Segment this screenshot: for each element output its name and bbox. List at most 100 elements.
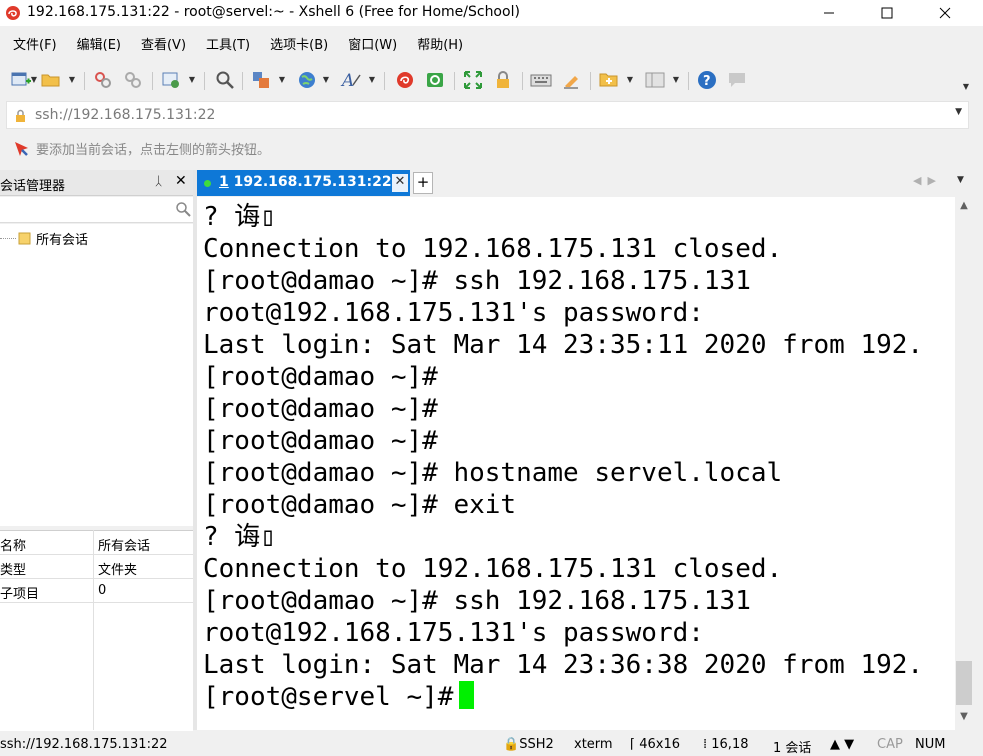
properties-panel: 名称 所有会话 类型 文件夹 子项目 0 xyxy=(0,530,193,731)
terminal-line: [root@damao ~]# xyxy=(203,394,438,424)
terminal-line: Last login: Sat Mar 14 23:35:11 2020 fro… xyxy=(203,330,924,360)
terminal-line: [root@damao ~]# exit xyxy=(203,490,517,520)
search-icon[interactable] xyxy=(175,201,191,217)
prop-name: 子项目 xyxy=(0,587,40,602)
terminal-line: root@192.168.175.131's password: xyxy=(203,618,704,648)
layout-icon[interactable] xyxy=(644,69,666,91)
prop-value: 0 xyxy=(98,583,107,598)
terminal-line: [root@damao ~]# ssh 192.168.175.131 xyxy=(203,266,751,296)
status-caps-lock: CAP xyxy=(877,737,903,752)
menu-view[interactable]: 查看(V) xyxy=(128,34,193,58)
address-bar[interactable]: ssh://192.168.175.131:22 ▼ xyxy=(6,101,969,129)
status-size: ⌈ 46x16 xyxy=(630,737,680,752)
svg-text:A: A xyxy=(340,71,354,90)
open-folder-icon[interactable] xyxy=(40,69,62,91)
toolbar-overflow-icon[interactable]: ▼ xyxy=(962,76,970,98)
address-input[interactable]: ssh://192.168.175.131:22 xyxy=(35,107,215,123)
disconnect-icon[interactable] xyxy=(122,69,144,91)
globe-icon[interactable] xyxy=(296,69,318,91)
tab-close-icon[interactable]: ✕ xyxy=(392,174,408,192)
menu-tabs[interactable]: 选项卡(B) xyxy=(257,34,335,58)
menu-file[interactable]: 文件(F) xyxy=(0,34,64,58)
prop-value: 文件夹 xyxy=(98,563,138,578)
terminal-line: [root@damao ~]# xyxy=(203,362,438,392)
title-bar[interactable]: 192.168.175.131:22 - root@servel:~ - Xsh… xyxy=(0,0,983,26)
terminal-line: Connection to 192.168.175.131 closed. xyxy=(203,234,783,264)
xshell-logo-icon xyxy=(6,6,20,20)
terminal-line: [root@servel ~]# xyxy=(203,681,475,713)
minimize-button[interactable] xyxy=(800,0,858,26)
keyboard-icon[interactable] xyxy=(530,69,552,91)
session-manager-header: 会话管理器 ᛸ ✕ xyxy=(0,170,193,196)
session-search-input[interactable] xyxy=(0,197,193,223)
svg-text:?: ? xyxy=(703,74,711,89)
toolbar: ▼ ▼ ▼ ▼ ▼ A ▼ ▼ ▼ ? ▼ xyxy=(0,64,983,96)
reconnect-icon[interactable] xyxy=(92,69,114,91)
lock-icon xyxy=(16,109,25,122)
xshell-icon[interactable] xyxy=(394,69,416,91)
tab-scroll-icon[interactable]: ◀▶ xyxy=(913,174,942,187)
terminal-output[interactable]: ? 诲▯ Connection to 192.168.175.131 closed… xyxy=(197,197,955,730)
scroll-thumb[interactable] xyxy=(956,661,972,705)
terminal-cursor xyxy=(459,681,475,709)
connected-status-icon xyxy=(204,180,211,187)
terminal-line: [root@damao ~]# ssh 192.168.175.131 xyxy=(203,586,751,616)
highlight-icon[interactable] xyxy=(560,69,582,91)
status-protocol: 🔒SSH2 xyxy=(503,737,554,752)
terminal-line: root@192.168.175.131's password: xyxy=(203,298,704,328)
address-dropdown-icon[interactable]: ▼ xyxy=(955,107,962,117)
status-arrows-icon[interactable]: ▲ ▼ xyxy=(830,737,854,752)
new-session-icon[interactable] xyxy=(10,69,32,91)
session-manager-close-icon[interactable]: ✕ xyxy=(175,173,187,189)
prop-value: 所有会话 xyxy=(98,539,151,554)
properties-icon[interactable] xyxy=(160,69,182,91)
xftp-icon[interactable] xyxy=(424,69,446,91)
fullscreen-icon[interactable] xyxy=(462,69,484,91)
status-terminal-type: xterm xyxy=(574,737,613,752)
prop-row-name: 名称 所有会话 xyxy=(0,531,193,555)
close-button[interactable] xyxy=(916,0,974,26)
close-icon xyxy=(939,7,951,19)
prop-name: 类型 xyxy=(0,563,27,578)
terminal-line: [root@damao ~]# xyxy=(203,426,438,456)
minimize-icon xyxy=(824,12,834,14)
session-manager-title: 会话管理器 xyxy=(0,179,66,194)
font-icon[interactable]: A xyxy=(340,69,362,91)
tab-label: 1 192.168.175.131:22 xyxy=(219,174,392,190)
tab-session-1[interactable]: 1 192.168.175.131:22 ✕ xyxy=(197,170,410,196)
menu-bar: 文件(F) 编辑(E) 查看(V) 工具(T) 选项卡(B) 窗口(W) 帮助(… xyxy=(0,34,983,58)
session-tree: 所有会话 xyxy=(0,224,193,526)
scroll-up-icon[interactable]: ▲ xyxy=(955,200,973,216)
pin-icon[interactable]: ᛸ xyxy=(155,174,162,188)
help-icon[interactable]: ? xyxy=(696,69,718,91)
menu-edit[interactable]: 编辑(E) xyxy=(64,34,128,58)
status-cursor-position: ⁞ 16,18 xyxy=(703,737,749,752)
prop-name: 名称 xyxy=(0,539,27,554)
terminal-line: [root@damao ~]# hostname servel.local xyxy=(203,458,783,488)
status-bar: ssh://192.168.175.131:22 🔒SSH2 xterm ⌈ 4… xyxy=(0,734,983,756)
prop-row-children: 子项目 0 xyxy=(0,579,193,603)
window-title: 192.168.175.131:22 - root@servel:~ - Xsh… xyxy=(27,4,520,20)
add-tab-button[interactable]: + xyxy=(413,172,433,194)
scroll-down-icon[interactable]: ▼ xyxy=(955,711,973,727)
prop-row-type: 类型 文件夹 xyxy=(0,555,193,579)
tree-item-all-sessions[interactable]: 所有会话 xyxy=(0,228,88,248)
tab-strip: 1 192.168.175.131:22 ✕ + ◀▶ ▼ xyxy=(197,170,983,196)
hint-text: 要添加当前会话，点击左侧的箭头按钮。 xyxy=(36,143,271,158)
tab-list-dropdown-icon[interactable]: ▼ xyxy=(957,175,964,185)
lock-icon: 🔒 xyxy=(503,737,520,752)
menu-tools[interactable]: 工具(T) xyxy=(193,34,257,58)
maximize-icon xyxy=(881,7,893,19)
menu-help[interactable]: 帮助(H) xyxy=(404,34,470,58)
terminal-scrollbar[interactable]: ▲ ▼ xyxy=(955,197,973,730)
lock-icon[interactable] xyxy=(492,69,514,91)
add-tab-group-icon[interactable] xyxy=(598,69,620,91)
chat-icon[interactable] xyxy=(726,69,748,91)
search-icon[interactable] xyxy=(214,69,236,91)
transfer-icon[interactable] xyxy=(250,69,272,91)
status-num-lock: NUM xyxy=(915,737,946,752)
add-session-arrow-icon[interactable] xyxy=(13,140,31,158)
maximize-button[interactable] xyxy=(858,0,916,26)
terminal-line: ? 诲▯ xyxy=(203,202,276,232)
menu-window[interactable]: 窗口(W) xyxy=(335,34,404,58)
